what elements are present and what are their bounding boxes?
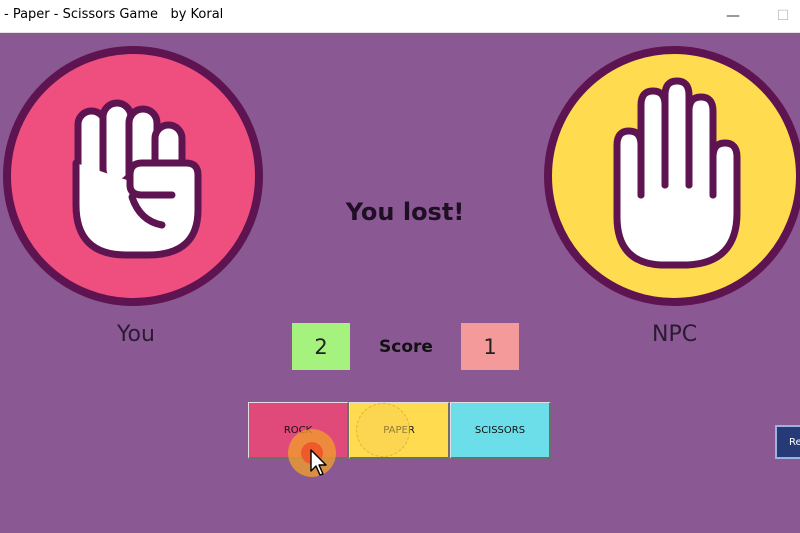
- npc-score: 1: [461, 323, 519, 370]
- score-label: Score: [379, 337, 433, 357]
- window-title: - Paper - Scissors Game by Koral: [4, 7, 224, 22]
- reset-button[interactable]: Re: [775, 425, 800, 459]
- npc-choice-avatar: [544, 46, 800, 306]
- player-score: 2: [292, 323, 350, 370]
- npc-name-label: NPC: [652, 322, 698, 347]
- player-name-label: You: [117, 322, 155, 347]
- minimize-button[interactable]: —: [710, 0, 756, 32]
- mouse-cursor-icon: [310, 449, 327, 476]
- hover-highlight: [356, 403, 410, 457]
- result-message: You lost!: [345, 198, 465, 226]
- scissors-button[interactable]: SCISSORS: [450, 402, 551, 459]
- player-choice-avatar: [3, 46, 263, 306]
- maximize-button[interactable]: ☐: [760, 0, 800, 32]
- fist-rock-icon: [72, 99, 202, 259]
- title-bar: - Paper - Scissors Game by Koral — ☐: [0, 0, 800, 33]
